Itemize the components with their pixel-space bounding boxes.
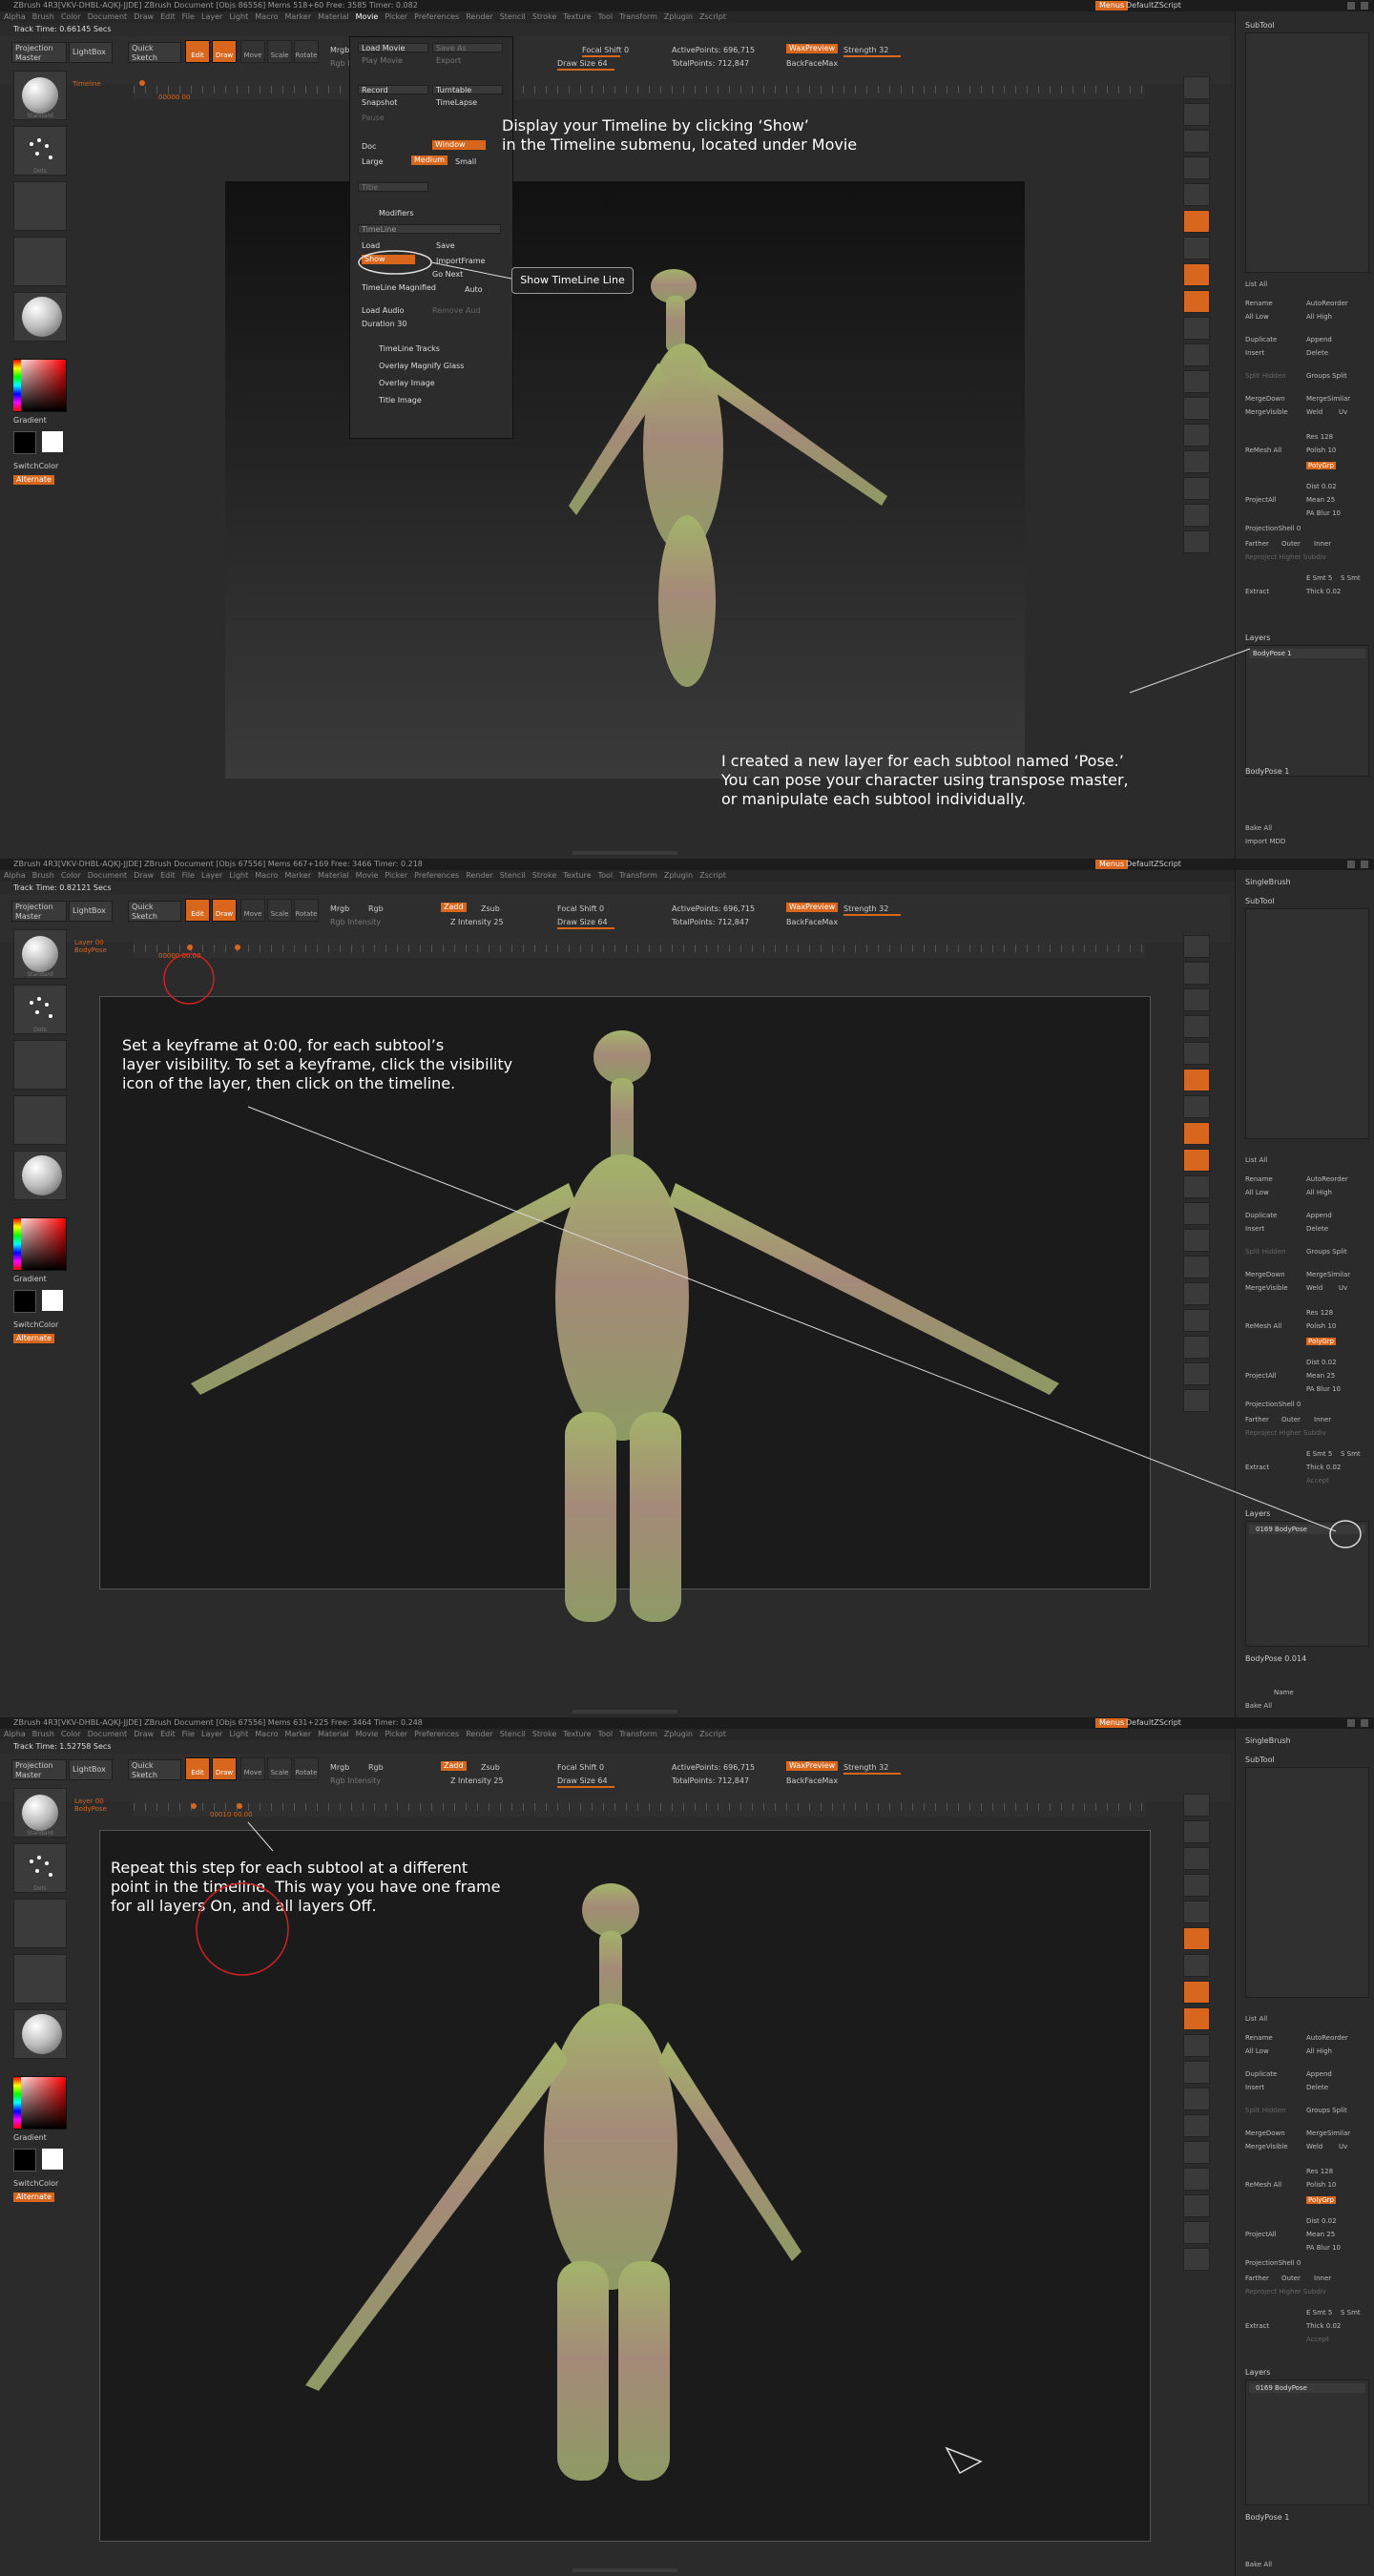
alien-character-model	[305, 1883, 802, 2481]
timeline-click-marker	[163, 953, 215, 1005]
alien-character-model	[191, 1030, 1059, 1622]
show-button-highlight	[358, 250, 432, 275]
annotation-overlay	[163, 250, 1362, 2481]
alien-character-model	[569, 269, 887, 687]
connector-line	[1129, 648, 1251, 694]
visibility-icon-highlight	[1329, 1520, 1362, 1548]
connector-line	[430, 261, 512, 280]
connector-line	[247, 1821, 274, 1852]
mouse-cursor-icon	[945, 2446, 983, 2475]
connector-line	[247, 1106, 1337, 1532]
timeline-click-marker	[196, 1882, 289, 1976]
